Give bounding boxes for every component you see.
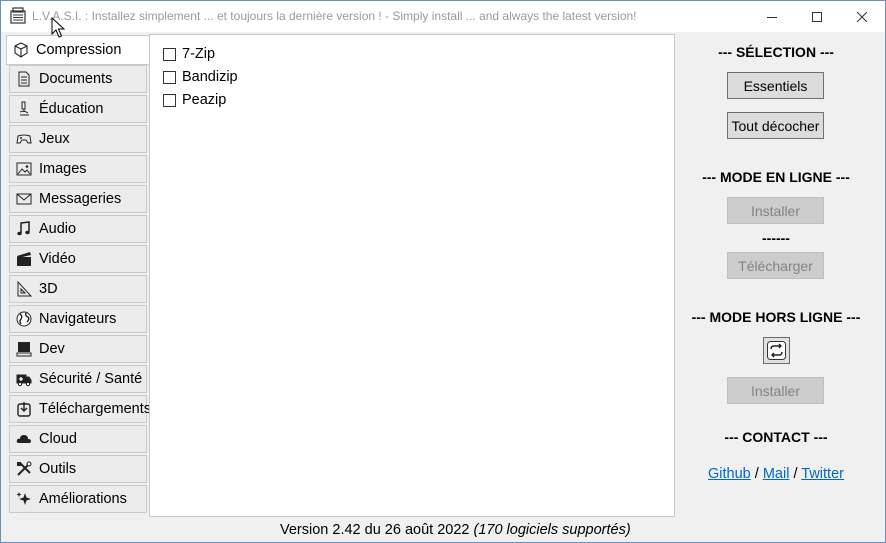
minimize-icon <box>767 16 777 18</box>
tab-3d[interactable]: 3D <box>9 275 147 303</box>
title-bar: L.V.A.S.I. : Installez simplement ... et… <box>1 1 885 32</box>
checkbox[interactable] <box>163 47 176 61</box>
close-button[interactable] <box>839 1 885 32</box>
software-item-bandizip[interactable]: Bandizip <box>163 69 238 85</box>
set-square-icon <box>17 281 32 297</box>
tab-label: Documents <box>39 71 113 87</box>
download-icon <box>17 402 31 417</box>
tab-label: Messageries <box>39 191 122 207</box>
software-label: 7-Zip <box>182 46 216 62</box>
twitter-link[interactable]: Twitter <box>801 466 844 482</box>
refresh-button[interactable] <box>763 337 790 364</box>
tab-jeux[interactable]: Jeux <box>9 125 147 153</box>
tab-label: Téléchargements <box>39 401 152 417</box>
link-separator: / <box>750 466 763 482</box>
contact-title: --- CONTACT --- <box>724 429 828 445</box>
tools-icon <box>17 461 32 476</box>
download-button[interactable]: Télécharger <box>727 252 824 279</box>
software-panel: 7-Zip Bandizip Peazip <box>149 34 675 517</box>
image-icon <box>16 162 32 176</box>
essentials-button[interactable]: Essentiels <box>727 72 824 99</box>
tab-label: Sécurité / Santé <box>39 371 143 387</box>
sparkle-icon <box>16 492 31 505</box>
tab-label: Améliorations <box>39 491 127 507</box>
minimize-button[interactable] <box>749 1 795 32</box>
maximize-button[interactable] <box>794 1 840 32</box>
github-link[interactable]: Github <box>708 466 751 482</box>
version-footer: Version 2.42 du 26 août 2022 (170 logici… <box>280 522 631 538</box>
uncheck-all-button[interactable]: Tout décocher <box>727 112 824 139</box>
globe-icon <box>16 311 32 327</box>
mouse-cursor-icon <box>51 17 65 38</box>
cloud-icon <box>16 435 31 443</box>
envelope-icon <box>16 193 32 205</box>
tab-outils[interactable]: Outils <box>9 455 147 483</box>
tab-video[interactable]: Vidéo <box>9 245 147 273</box>
essentials-label: Essentiels <box>743 77 808 94</box>
tab-dev[interactable]: Dev <box>9 335 147 363</box>
app-icon <box>10 7 26 24</box>
computer-icon <box>16 342 32 357</box>
tab-label: Cloud <box>39 431 77 447</box>
version-text: Version 2.42 du 26 août 2022 <box>280 522 470 538</box>
tab-label: Compression <box>36 42 122 58</box>
music-note-icon <box>17 221 30 236</box>
refresh-icon <box>767 341 786 360</box>
selection-title: --- SÉLECTION --- <box>718 44 834 60</box>
tab-securite-sante[interactable]: Sécurité / Santé <box>9 365 147 393</box>
maximize-icon <box>812 11 822 22</box>
tab-label: Éducation <box>39 101 104 117</box>
tab-navigateurs[interactable]: Navigateurs <box>9 305 147 333</box>
tab-label: Vidéo <box>39 251 76 267</box>
software-label: Bandizip <box>182 69 238 85</box>
tab-label: Images <box>39 161 87 177</box>
contact-links: Github / Mail / Twitter <box>681 466 871 482</box>
tab-education[interactable]: Éducation <box>9 95 147 123</box>
tab-ameliorations[interactable]: Améliorations <box>9 485 147 513</box>
close-icon <box>856 11 868 22</box>
download-label: Télécharger <box>738 257 813 274</box>
tab-audio[interactable]: Audio <box>9 215 147 243</box>
mode-separator: ------ <box>762 230 790 246</box>
software-label: Peazip <box>182 92 227 108</box>
offline-mode-title: --- MODE HORS LIGNE --- <box>691 309 861 325</box>
online-mode-title: --- MODE EN LIGNE --- <box>702 169 850 185</box>
clapperboard-icon <box>17 252 31 266</box>
app-window: L.V.A.S.I. : Installez simplement ... et… <box>0 0 886 543</box>
checkbox[interactable] <box>163 70 176 84</box>
tab-documents[interactable]: Documents <box>9 65 147 93</box>
software-item-7zip[interactable]: 7-Zip <box>163 46 215 62</box>
tab-label: Dev <box>39 341 65 357</box>
ambulance-icon <box>16 374 32 387</box>
tab-cloud[interactable]: Cloud <box>9 425 147 453</box>
tab-compression[interactable]: Compression <box>6 35 149 65</box>
tab-label: 3D <box>39 281 58 297</box>
supported-count-text: (170 logiciels supportés) <box>473 522 631 538</box>
tab-label: Jeux <box>39 131 70 147</box>
window-title: L.V.A.S.I. : Installez simplement ... et… <box>32 9 637 23</box>
uncheck-all-label: Tout décocher <box>731 117 820 134</box>
microscope-icon <box>19 101 29 116</box>
software-item-peazip[interactable]: Peazip <box>163 92 226 108</box>
mail-link[interactable]: Mail <box>763 466 790 482</box>
offline-install-label: Installer <box>750 382 801 399</box>
gamepad-icon <box>16 134 32 144</box>
online-install-button[interactable]: Installer <box>727 197 824 224</box>
tab-label: Audio <box>39 221 77 237</box>
tab-label: Navigateurs <box>39 311 117 327</box>
tab-messageries[interactable]: Messageries <box>9 185 147 213</box>
tab-label: Outils <box>39 461 77 477</box>
offline-install-button[interactable]: Installer <box>727 377 824 404</box>
link-separator: / <box>789 466 802 482</box>
tab-images[interactable]: Images <box>9 155 147 183</box>
online-install-label: Installer <box>750 202 801 219</box>
tab-telechargements[interactable]: Téléchargements <box>9 395 151 423</box>
checkbox[interactable] <box>163 93 176 107</box>
box-icon <box>14 42 28 58</box>
document-icon <box>18 71 30 87</box>
